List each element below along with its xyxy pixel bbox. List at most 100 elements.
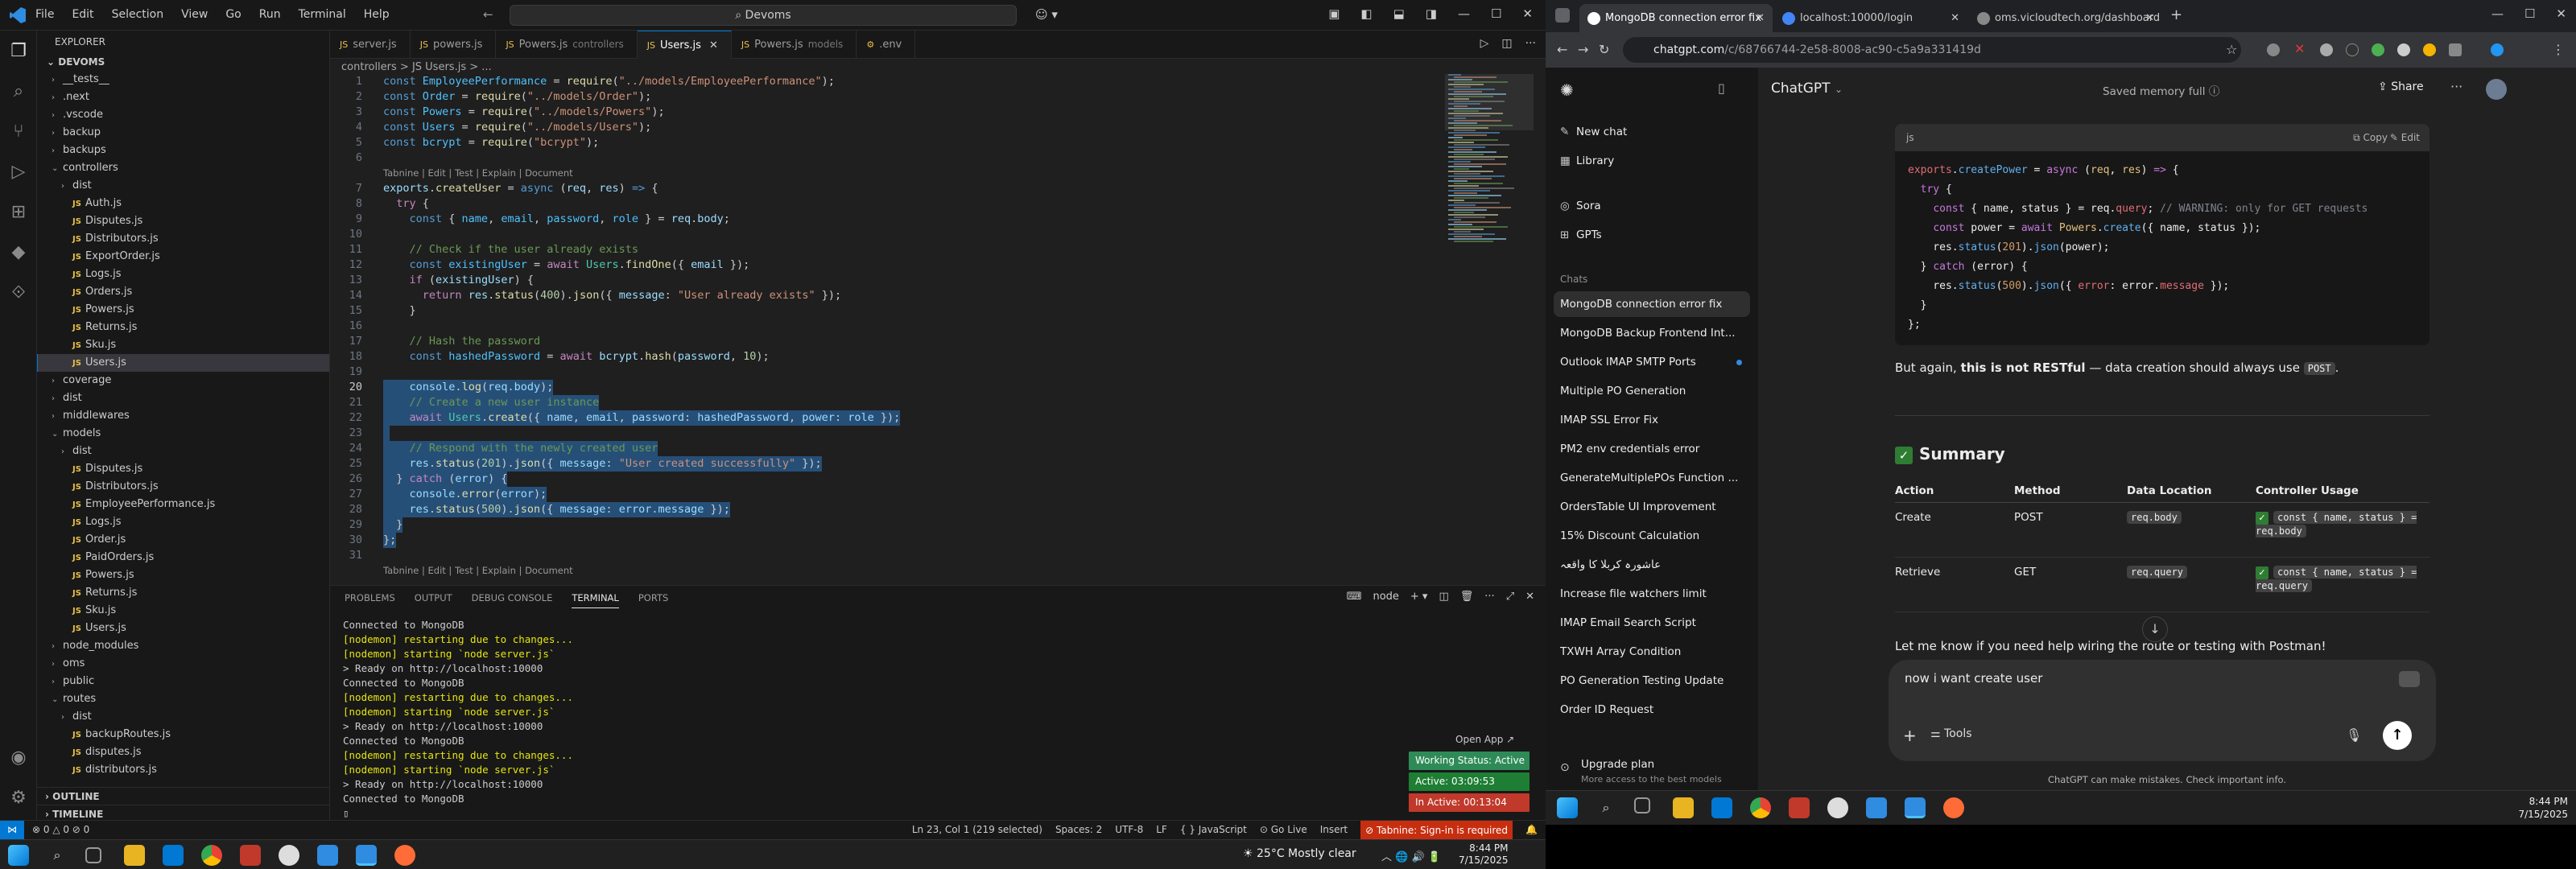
- tree-file[interactable]: JS Distributors.js: [37, 230, 329, 248]
- settings-gear-icon[interactable]: ⚙: [7, 787, 30, 809]
- add-terminal-icon[interactable]: + ▾: [1410, 591, 1428, 603]
- chat-history-item[interactable]: MongoDB Backup Frontend Int...: [1554, 320, 1750, 346]
- tree-file[interactable]: JS backupRoutes.js: [37, 726, 329, 743]
- minimap[interactable]: [1445, 74, 1534, 579]
- extension-icon[interactable]: [2372, 43, 2384, 56]
- store-icon[interactable]: [163, 845, 184, 866]
- weather-widget[interactable]: ☀ 25°C Mostly clear: [1243, 847, 1356, 860]
- workspace-root[interactable]: ⌄ DEVOMS: [37, 53, 329, 71]
- close-icon[interactable]: ✕: [2556, 6, 2566, 21]
- terminal-output[interactable]: Connected to MongoDB [nodemon] restarting…: [343, 618, 573, 821]
- account-icon[interactable]: ◉: [7, 747, 30, 769]
- tab-problems[interactable]: PROBLEMS: [345, 592, 395, 608]
- task-view-icon[interactable]: [1634, 797, 1650, 813]
- clock[interactable]: 8:44 PM 7/15/2025: [1459, 842, 1509, 867]
- chat-history-item[interactable]: TXWH Array Condition: [1554, 639, 1750, 665]
- tree-file[interactable]: JS distributors.js: [37, 761, 329, 779]
- share-button[interactable]: ⇪ Share: [2378, 80, 2424, 93]
- tree-file[interactable]: JS Orders.js: [37, 283, 329, 301]
- extensions-puzzle-icon[interactable]: [2449, 43, 2462, 56]
- close-tab-icon[interactable]: ✕: [1951, 4, 1959, 32]
- tree-folder[interactable]: › dist: [37, 389, 329, 407]
- back-arrow-icon[interactable]: ←: [483, 7, 493, 22]
- toggle-panel-icon[interactable]: ⬓: [1393, 6, 1405, 21]
- menu-go[interactable]: Go: [225, 8, 241, 21]
- windows-start-icon[interactable]: [8, 845, 29, 866]
- more-options-icon[interactable]: ···: [2450, 79, 2462, 94]
- back-arrow-icon[interactable]: ←: [1557, 42, 1567, 57]
- language-mode[interactable]: { } JavaScript: [1180, 824, 1247, 840]
- tree-file[interactable]: JS Order.js: [37, 531, 329, 549]
- explorer-icon[interactable]: ❐: [7, 40, 30, 63]
- file-explorer-icon[interactable]: [1673, 797, 1694, 818]
- task-view-icon[interactable]: [85, 847, 101, 863]
- tools-button[interactable]: ⚌ Tools: [1930, 727, 1972, 740]
- microphone-icon[interactable]: 🎙: [2346, 727, 2362, 743]
- github-desktop-icon[interactable]: [279, 845, 299, 866]
- tree-folder[interactable]: › dist: [37, 443, 329, 460]
- maximize-panel-icon[interactable]: ⤢: [1506, 591, 1514, 603]
- tab-terminal[interactable]: TERMINAL: [572, 592, 619, 608]
- extension-icon[interactable]: [2397, 43, 2410, 56]
- run-debug-icon[interactable]: ▷: [7, 161, 30, 183]
- close-tab-icon[interactable]: ✕: [1756, 4, 1765, 32]
- copilot-icon[interactable]: ☺ ▾: [1035, 7, 1058, 22]
- breadcrumb[interactable]: controllers > JS Users.js > ...: [341, 61, 492, 73]
- tree-file[interactable]: JS Disputes.js: [37, 212, 329, 230]
- close-panel-icon[interactable]: ✕: [1525, 591, 1534, 603]
- chrome-icon[interactable]: [1750, 797, 1771, 818]
- extension-icon[interactable]: [2320, 43, 2333, 56]
- menu-selection[interactable]: Selection: [112, 8, 164, 21]
- code-content[interactable]: exports.createPower = async (req, res) =…: [1908, 161, 2368, 335]
- tree-folder[interactable]: › public: [37, 673, 329, 690]
- bookmark-star-icon[interactable]: ☆: [2226, 42, 2237, 57]
- tab-search-icon[interactable]: [1555, 8, 1570, 23]
- tree-file[interactable]: JS Auth.js: [37, 195, 329, 212]
- editor-tab[interactable]: JS Powers.js controllers: [496, 31, 638, 59]
- terminal-label[interactable]: node: [1373, 591, 1398, 603]
- bell-icon[interactable]: 🔔: [1525, 824, 1538, 840]
- vscode-active-taskbar-icon[interactable]: [1905, 797, 1926, 818]
- tree-folder[interactable]: › oms: [37, 655, 329, 673]
- clock[interactable]: 8:44 PM 7/15/2025: [2518, 795, 2568, 821]
- chat-history-item[interactable]: PO Generation Testing Update: [1554, 668, 1750, 694]
- attachment-preview-icon[interactable]: [2399, 671, 2420, 687]
- tree-file[interactable]: JS Sku.js: [37, 336, 329, 354]
- postman-icon[interactable]: [1943, 797, 1964, 818]
- tree-file[interactable]: JS PaidOrders.js: [37, 549, 329, 566]
- tree-file[interactable]: JS Distributors.js: [37, 478, 329, 496]
- maximize-icon[interactable]: ☐: [1491, 6, 1501, 21]
- extensions-icon[interactable]: ⊞: [7, 201, 30, 224]
- tree-file[interactable]: JS Sku.js: [37, 602, 329, 620]
- search-icon[interactable]: ⌕: [47, 845, 68, 866]
- vscode-taskbar-icon[interactable]: [1866, 797, 1887, 818]
- chat-history-item[interactable]: Outlook IMAP SMTP Ports: [1554, 349, 1750, 375]
- tree-folder[interactable]: ⌄ controllers: [37, 159, 329, 177]
- minimize-icon[interactable]: —: [1458, 6, 1470, 21]
- menu-file[interactable]: File: [35, 8, 54, 21]
- tree-file[interactable]: JS Returns.js: [37, 584, 329, 602]
- tab-ports[interactable]: PORTS: [638, 592, 668, 608]
- more-icon[interactable]: ···: [1525, 37, 1536, 50]
- prompt-input[interactable]: now i want create user: [1905, 671, 2042, 686]
- chat-history-item[interactable]: Order ID Request: [1554, 697, 1750, 723]
- line-ending[interactable]: LF: [1156, 824, 1167, 840]
- maximize-icon[interactable]: ☐: [2524, 6, 2535, 21]
- close-tab-icon[interactable]: ✕: [709, 39, 718, 51]
- send-button[interactable]: ↑: [2383, 721, 2412, 750]
- tree-folder[interactable]: ⌄ models: [37, 425, 329, 443]
- problems-count[interactable]: ⊗ 0 △ 0 ⊘ 0: [32, 824, 89, 835]
- menu-view[interactable]: View: [181, 8, 208, 21]
- more-icon[interactable]: ···: [1484, 591, 1494, 603]
- tree-file[interactable]: JS Powers.js: [37, 566, 329, 584]
- tree-file[interactable]: JS Powers.js: [37, 301, 329, 319]
- upgrade-plan-button[interactable]: ⊙ Upgrade plan More access to the best m…: [1554, 753, 1750, 795]
- address-bar[interactable]: chatgpt.com/c/68766744-2e58-8008-ac90-c5…: [1623, 37, 2241, 63]
- code-editor[interactable]: 1 const EmployeePerformance = require("..…: [330, 74, 1449, 579]
- editor-tab[interactable]: JS server.js: [330, 31, 411, 59]
- search-icon[interactable]: ⌕: [1596, 797, 1616, 818]
- chat-history-item[interactable]: IMAP SSL Error Fix: [1554, 407, 1750, 433]
- close-tab-icon[interactable]: ✕: [2145, 4, 2154, 32]
- tree-folder[interactable]: › coverage: [37, 372, 329, 389]
- extension-icon[interactable]: ✕: [2294, 41, 2307, 56]
